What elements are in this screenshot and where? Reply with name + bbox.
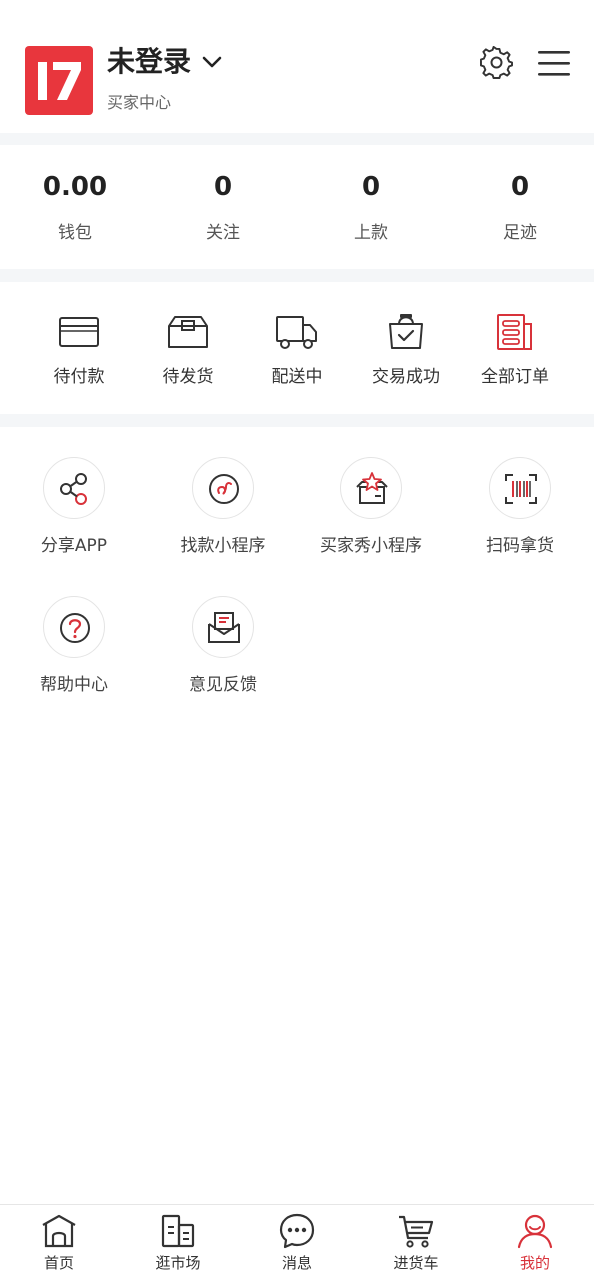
- app-logo: [25, 46, 93, 115]
- stat-label: 足迹: [503, 223, 537, 243]
- stat-value: 0: [361, 172, 381, 202]
- tab-label: 逛市场: [155, 1254, 201, 1272]
- home-icon: [42, 1214, 76, 1248]
- order-label: 配送中: [271, 367, 323, 387]
- box-icon: [168, 316, 208, 348]
- tab-market[interactable]: 逛市场: [119, 1205, 237, 1280]
- mini-program-icon: [209, 474, 239, 504]
- help-icon: [60, 613, 90, 643]
- star-box-icon: [356, 472, 388, 504]
- order-label: 待发货: [162, 367, 214, 387]
- tool-icon-circle: [340, 457, 402, 519]
- stat-label: 钱包: [58, 223, 92, 243]
- barcode-scan-icon: [505, 474, 537, 504]
- feedback-mail-icon: [208, 612, 240, 643]
- section-divider: [0, 133, 594, 145]
- tab-label: 进货车: [393, 1254, 439, 1272]
- tab-label: 首页: [43, 1254, 74, 1272]
- tab-home[interactable]: 首页: [0, 1205, 118, 1280]
- tool-icon-circle: [192, 457, 254, 519]
- stat-value: 0: [510, 172, 530, 202]
- tool-grid: 分享APP 找款小程序 买家秀小程序 扫码拿货 帮助中心 意见反馈: [0, 427, 594, 727]
- tab-label: 我的: [519, 1254, 550, 1272]
- stat-label: 上款: [354, 223, 388, 243]
- order-label: 全部订单: [481, 367, 549, 387]
- message-icon: [279, 1213, 315, 1249]
- tool-icon-circle: [489, 457, 551, 519]
- tool-label: 意见反馈: [189, 675, 257, 695]
- account-stats: 0.00 钱包 0 关注 0 上款 0 足迹: [0, 145, 594, 269]
- bottom-tab-bar: 首页 逛市场 消息 进货车 我的: [0, 1204, 594, 1280]
- tab-profile[interactable]: 我的: [476, 1205, 594, 1280]
- order-label: 交易成功: [372, 367, 440, 387]
- tab-label: 消息: [281, 1254, 312, 1272]
- tool-icon-circle: [43, 457, 105, 519]
- section-divider: [0, 269, 594, 282]
- order-label: 待付款: [53, 367, 105, 387]
- order-status-row: 待付款 待发货 配送中 交易成功 全部订单: [0, 282, 594, 414]
- tab-cart[interactable]: 进货车: [357, 1205, 475, 1280]
- card-icon: [59, 317, 99, 347]
- gear-icon[interactable]: [480, 46, 514, 80]
- tool-icon-circle: [192, 596, 254, 658]
- buyer-center-subtitle: 买家中心: [107, 93, 172, 112]
- tool-label: 帮助中心: [40, 675, 108, 695]
- truck-icon: [276, 316, 317, 349]
- profile-icon: [517, 1214, 553, 1249]
- tool-icon-circle: [43, 596, 105, 658]
- login-status-text[interactable]: 未登录: [107, 44, 191, 80]
- stat-value: 0: [213, 172, 233, 202]
- hamburger-menu-icon[interactable]: [537, 48, 571, 78]
- chevron-down-icon: [202, 56, 222, 68]
- tool-label: 扫码拿货: [486, 536, 554, 556]
- profile-header: 未登录 买家中心: [0, 0, 594, 133]
- order-list-icon: [497, 314, 532, 350]
- tool-label: 买家秀小程序: [320, 536, 422, 556]
- section-divider: [0, 414, 594, 427]
- stat-value: 0.00: [42, 172, 108, 202]
- tool-label: 找款小程序: [180, 536, 266, 556]
- cart-icon: [399, 1215, 434, 1248]
- stat-label: 关注: [206, 223, 240, 243]
- market-icon: [161, 1214, 195, 1248]
- login-status-title[interactable]: 未登录: [107, 44, 223, 80]
- tool-label: 分享APP: [40, 536, 108, 556]
- share-icon: [60, 473, 87, 505]
- bag-check-icon: [389, 314, 423, 349]
- tab-messages[interactable]: 消息: [238, 1205, 356, 1280]
